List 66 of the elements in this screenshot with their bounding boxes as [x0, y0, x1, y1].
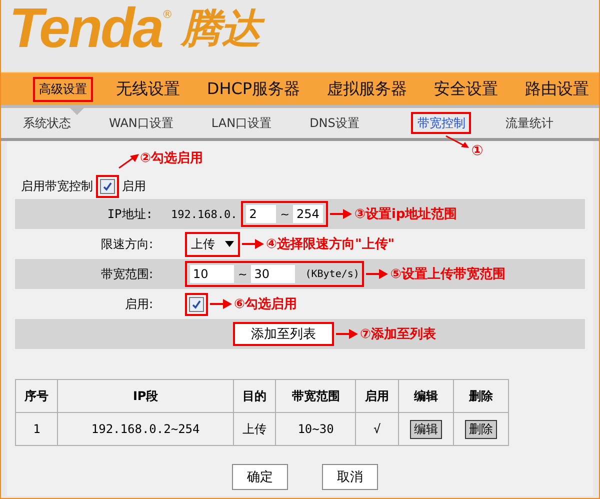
checkmark-icon	[103, 182, 112, 190]
annotation-text: ②勾选启用	[140, 150, 204, 166]
nav-tab[interactable]: 安全设置	[430, 74, 502, 104]
nav-tab[interactable]: DHCP服务器	[202, 74, 304, 104]
ip-prefix: 192.168.0.	[171, 208, 238, 220]
arrow-icon	[336, 329, 358, 339]
checkbox[interactable]	[96, 174, 119, 198]
input-field[interactable]: 30	[251, 265, 296, 283]
field-label: 带宽范围:	[100, 266, 153, 282]
edit-button[interactable]: 编辑	[410, 420, 442, 438]
nav-tab[interactable]: 虚拟服务器	[323, 74, 412, 104]
table-cell: 1	[16, 412, 58, 446]
sub-tab[interactable]: 系统状态	[19, 112, 75, 132]
sub-tab[interactable]: 流量统计	[501, 112, 558, 132]
column-header: 删除	[453, 380, 508, 412]
arrow-icon	[330, 209, 352, 219]
nav-tab[interactable]: 路由设置	[520, 74, 593, 104]
column-header: IP段	[58, 380, 234, 412]
sub-tab[interactable]: LAN口设置	[207, 112, 276, 132]
table-cell: √	[356, 412, 398, 446]
column-header: 带宽范围	[276, 380, 356, 412]
annotation-text: ③设置ip地址范围	[354, 206, 458, 223]
field-label: IP地址:	[106, 206, 153, 222]
field-label: 启用带宽控制	[21, 178, 93, 194]
column-header: 序号	[16, 380, 58, 412]
table-cell: 192.168.0.2~254	[58, 412, 234, 446]
delete-button[interactable]: 删除	[464, 420, 497, 438]
arrow-icon	[242, 239, 264, 249]
sub-tab[interactable]: DNS设置	[306, 112, 364, 132]
annotation-text: ④选择限速方向"上传"	[266, 236, 395, 253]
range-separator: ~	[238, 268, 248, 280]
cancel-button[interactable]: 取消	[322, 464, 378, 490]
column-header: 目的	[233, 380, 276, 412]
arrow-icon	[445, 134, 472, 148]
checkbox-label: 启用	[122, 178, 146, 194]
pointer-icon	[70, 108, 84, 115]
annotation-text: ⑤设置上传带宽范围	[390, 266, 506, 283]
column-header: 启用	[356, 380, 398, 412]
input-field[interactable]: 10	[190, 265, 234, 283]
registered-mark: ®	[162, 8, 173, 21]
sub-tab[interactable]: WAN口设置	[105, 112, 178, 132]
arrow-icon	[210, 299, 232, 309]
column-header: 编辑	[398, 380, 454, 412]
field-label: 启用:	[124, 296, 153, 312]
nav-tab[interactable]: 高级设置	[33, 76, 93, 102]
nav-tab[interactable]: 无线设置	[112, 74, 184, 104]
field-label: 限速方向:	[100, 236, 153, 252]
checkmark-icon	[192, 300, 201, 308]
confirm-button[interactable]: 确定	[232, 464, 288, 490]
input-field[interactable]: 2	[246, 205, 276, 223]
direction-dropdown[interactable]: 上传	[185, 232, 240, 256]
dropdown-caret-icon	[225, 241, 234, 247]
range-separator: ~	[280, 208, 290, 220]
table-cell: 上传	[233, 412, 276, 446]
brand-logo: Tenda	[9, 0, 162, 56]
annotation-text: ①	[471, 142, 484, 158]
arrow-icon	[366, 269, 388, 279]
sub-tab[interactable]: 带宽控制	[411, 112, 472, 134]
annotation-text: ⑥勾选启用	[234, 296, 298, 313]
unit-label: (KByte/s)	[305, 268, 360, 280]
add-to-list-button[interactable]: 添加至列表	[233, 322, 334, 346]
table-cell: 10~30	[276, 412, 356, 446]
input-field[interactable]: 254	[293, 205, 324, 223]
arrow-icon	[118, 152, 140, 168]
annotation-text: ⑦添加至列表	[360, 326, 436, 343]
checkbox[interactable]	[185, 292, 208, 316]
